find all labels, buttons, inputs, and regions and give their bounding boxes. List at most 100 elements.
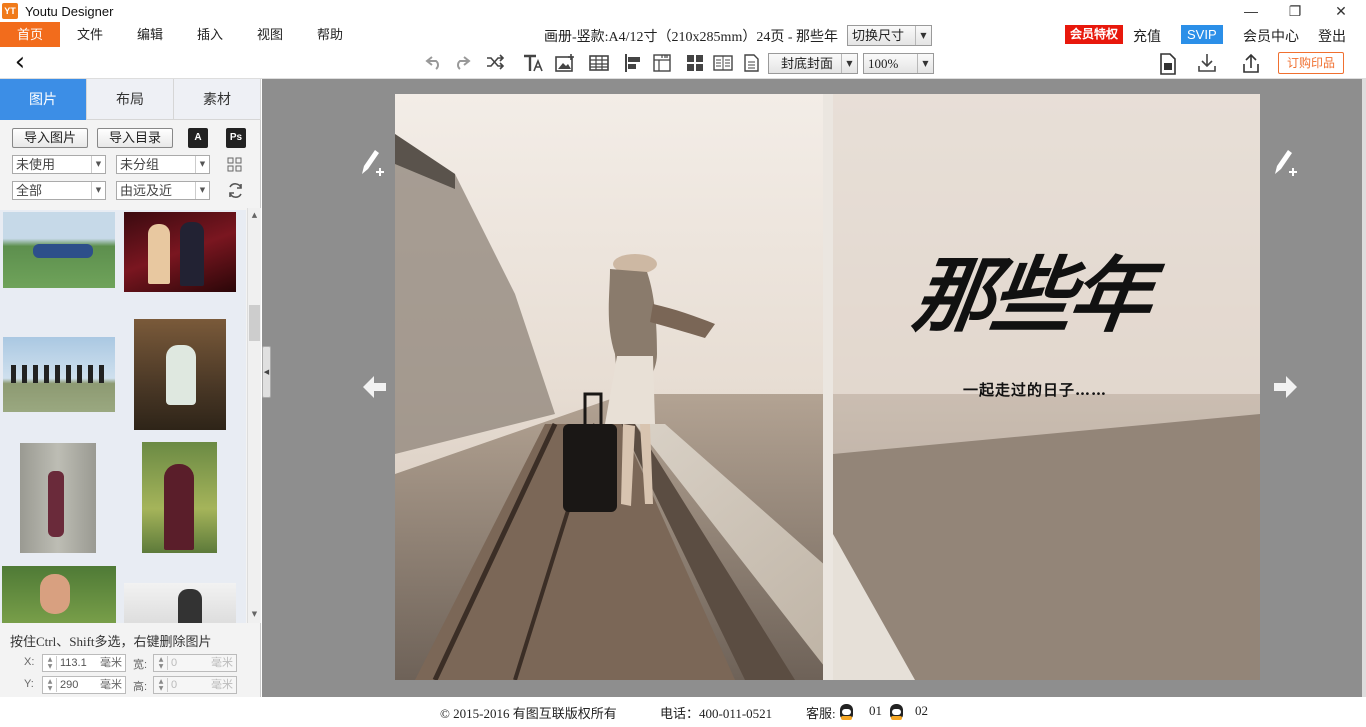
- photo-thumbnail[interactable]: [124, 212, 236, 292]
- unit-label: 毫米: [100, 657, 122, 669]
- width-label: 宽:: [133, 659, 148, 671]
- logout-link[interactable]: 登出: [1318, 26, 1346, 46]
- edit-pen-icon[interactable]: [1271, 146, 1299, 180]
- qq-icon[interactable]: [840, 704, 853, 721]
- align-left-icon[interactable]: [623, 52, 645, 74]
- upload-icon[interactable]: [1240, 52, 1262, 74]
- title-bar: YT Youtu Designer — ❐ ✕: [0, 0, 1366, 22]
- photoshop-icon[interactable]: Ps: [226, 128, 246, 148]
- menu-view[interactable]: 视图: [240, 22, 300, 47]
- height-input[interactable]: ▲ ▼ 0 毫米: [153, 676, 237, 694]
- document-info: 画册-竖款:A4/12寸（210x285mm）24页 - 那些年: [544, 30, 838, 45]
- toolbar: ‹ 封底封面 ▼ 100% ▼ 订购印品: [0, 48, 1366, 79]
- tab-layout[interactable]: 布局: [87, 79, 174, 120]
- range-filter-label: 全部: [16, 183, 43, 198]
- redo-icon[interactable]: [451, 52, 473, 74]
- width-input[interactable]: ▲ ▼ 0 毫米: [153, 654, 237, 672]
- photo-thumbnail[interactable]: [134, 319, 226, 430]
- chevron-down-icon: ▼: [841, 54, 857, 73]
- order-print-button[interactable]: 订购印品: [1278, 52, 1345, 74]
- service-1[interactable]: 01: [869, 703, 882, 719]
- minimize-button[interactable]: —: [1228, 0, 1274, 22]
- height-value: 0: [171, 679, 178, 691]
- menu-help[interactable]: 帮助: [300, 22, 360, 47]
- group-filter-label: 未分组: [120, 157, 160, 172]
- menu-file[interactable]: 文件: [60, 22, 120, 47]
- cover-title[interactable]: 那些年: [907, 229, 1158, 348]
- footer: © 2015-2016 有图互联版权所有 电话：400-011-0521 客服:…: [0, 697, 1366, 727]
- single-page-icon[interactable]: [740, 52, 762, 74]
- usage-filter-select[interactable]: 未使用 ▼: [12, 155, 106, 174]
- double-page-icon[interactable]: [712, 52, 734, 74]
- text-tool-icon[interactable]: [522, 52, 544, 74]
- edit-pen-icon[interactable]: [358, 146, 386, 180]
- y-value: 290: [60, 679, 79, 691]
- range-filter-select[interactable]: 全部 ▼: [12, 181, 106, 200]
- stepper-arrows-icon[interactable]: ▲ ▼: [155, 678, 168, 692]
- copyright-text: © 2015-2016 有图互联版权所有: [440, 706, 617, 721]
- stepper-arrows-icon[interactable]: ▲ ▼: [44, 656, 57, 670]
- close-button[interactable]: ✕: [1318, 0, 1364, 22]
- scroll-up-arrow-icon[interactable]: ▲: [248, 209, 261, 222]
- cover-photo: [395, 94, 1260, 680]
- workspace-scrollbar[interactable]: [1362, 79, 1366, 697]
- next-page-arrow-icon[interactable]: [1272, 373, 1300, 401]
- table-icon[interactable]: [588, 52, 610, 74]
- qq-icon[interactable]: [890, 704, 903, 721]
- back-icon[interactable]: ‹: [9, 49, 31, 75]
- y-position-input[interactable]: ▲ ▼ 290 毫米: [42, 676, 126, 694]
- app-logo: YT: [2, 3, 18, 19]
- y-label: Y:: [24, 678, 34, 690]
- x-position-input[interactable]: ▲ ▼ 113.1 毫米: [42, 654, 126, 672]
- grid-layout-icon[interactable]: [684, 52, 706, 74]
- tab-photos[interactable]: 图片: [0, 79, 87, 120]
- member-privilege-badge[interactable]: 会员特权: [1065, 25, 1124, 44]
- service-2[interactable]: 02: [915, 703, 928, 719]
- x-value: 113.1: [60, 657, 87, 669]
- scroll-down-arrow-icon[interactable]: ▼: [248, 608, 261, 621]
- scrollbar-thumb[interactable]: [249, 305, 260, 341]
- book-spread[interactable]: 那些年 一起走过的日子……: [395, 94, 1260, 680]
- menu-edit[interactable]: 编辑: [120, 22, 180, 47]
- photo-thumbnail[interactable]: [124, 583, 236, 623]
- tab-materials[interactable]: 素材: [174, 79, 261, 120]
- grid-view-icon[interactable]: [227, 157, 243, 173]
- insert-image-icon[interactable]: [554, 52, 576, 74]
- zoom-select[interactable]: 100% ▼: [863, 53, 934, 74]
- svip-badge[interactable]: SVIP: [1181, 25, 1223, 44]
- preview-document-icon[interactable]: [1157, 52, 1179, 75]
- import-folder-button[interactable]: 导入目录: [97, 128, 173, 148]
- collapse-sidebar-icon[interactable]: ◀: [262, 346, 271, 398]
- photo-thumbnail[interactable]: [2, 566, 116, 623]
- recharge-link[interactable]: 充值: [1133, 26, 1161, 46]
- photo-thumbnail[interactable]: [20, 443, 96, 553]
- cover-subtitle[interactable]: 一起走过的日子……: [963, 379, 1107, 400]
- maximize-button[interactable]: ❐: [1272, 0, 1318, 22]
- stepper-arrows-icon[interactable]: ▲ ▼: [44, 678, 57, 692]
- photo-list-scrollbar[interactable]: ▲ ▼: [247, 208, 261, 623]
- size-switch-select[interactable]: 切换尺寸 ▼: [847, 25, 932, 46]
- refresh-icon[interactable]: [226, 181, 245, 200]
- chevron-down-icon: ▼: [195, 156, 209, 173]
- previous-page-arrow-icon[interactable]: [360, 373, 388, 401]
- photo-grid: [0, 210, 246, 623]
- menu-insert[interactable]: 插入: [180, 22, 240, 47]
- member-center-link[interactable]: 会员中心: [1243, 26, 1299, 46]
- shuffle-icon[interactable]: [484, 52, 506, 74]
- page-select[interactable]: 封底封面 ▼: [768, 53, 858, 74]
- pdf-icon[interactable]: A: [188, 128, 208, 148]
- group-filter-select[interactable]: 未分组 ▼: [116, 155, 210, 174]
- sort-order-select[interactable]: 由远及近 ▼: [116, 181, 210, 200]
- menu-bar: 首页 文件 编辑 插入 视图 帮助 画册-竖款:A4/12寸（210x285mm…: [0, 22, 1366, 48]
- menu-home[interactable]: 首页: [0, 22, 60, 47]
- download-icon[interactable]: [1196, 52, 1218, 74]
- undo-icon[interactable]: [423, 52, 445, 74]
- photo-thumbnail[interactable]: [3, 337, 115, 412]
- photo-thumbnail[interactable]: [3, 212, 115, 288]
- ruler-icon[interactable]: [651, 52, 673, 74]
- chevron-down-icon: ▼: [195, 182, 209, 199]
- photo-thumbnail[interactable]: [142, 442, 217, 553]
- import-photos-button[interactable]: 导入图片: [12, 128, 88, 148]
- stepper-arrows-icon[interactable]: ▲ ▼: [155, 656, 168, 670]
- photo-sidebar: 图片 布局 素材 导入图片 导入目录 A Ps 未使用 ▼ 未分组 ▼ 全部 ▼…: [0, 79, 261, 697]
